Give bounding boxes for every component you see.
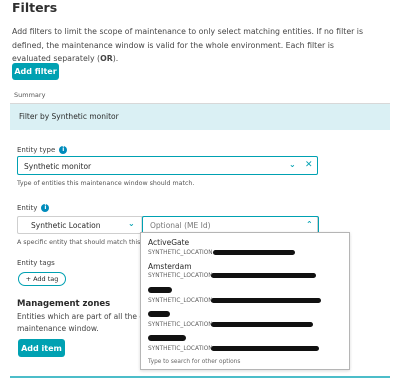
management-zones-desc: Entities which are part of all the confi… [17,311,158,335]
entity-type-hint: Type of entities this maintenance window… [17,180,195,187]
redaction-mark [211,322,313,327]
entity-type-select[interactable]: Synthetic monitor ⌄ ✕ [17,156,318,175]
entity-type-dropdown-value: Synthetic Location [31,221,101,230]
bottom-divider [10,376,390,378]
chevron-down-icon[interactable]: ⌄ [128,219,135,228]
dropdown-option[interactable]: SYNTHETIC_LOCATION- [141,333,349,357]
management-zones-desc-line: Entities which are part of all the confi [17,312,158,321]
summary-header: Summary [14,91,46,99]
entity-type-dropdown[interactable]: Synthetic Location ⌄ [18,217,142,233]
redaction-mark [148,335,186,341]
redaction-mark [211,298,321,303]
add-item-button[interactable]: Add item [18,339,65,357]
chevron-up-icon[interactable]: ⌃ [306,220,313,229]
entity-hint: A specific entity that should match this… [17,239,155,246]
info-icon[interactable]: i [41,204,50,212]
entity-type-label-row: Entity type i [17,146,68,154]
option-id: SYNTHETIC_LOCATION- [148,273,215,279]
management-zones-title: Management zones [17,299,111,309]
entity-tags-label: Entity tags [17,259,55,267]
option-name: ActiveGate [148,238,190,247]
add-filter-button[interactable]: Add filter [12,63,59,80]
description-or: OR [100,54,113,63]
option-id: SYNTHETIC_LOCATION- [148,322,215,328]
option-id: SYNTHETIC_LOCATION- [148,250,215,256]
redaction-mark [211,346,319,351]
redaction-mark [211,273,316,278]
info-icon[interactable]: i [59,146,68,154]
dropdown-footer: Type to search for other options [148,359,241,365]
filter-row-label: Filter by Synthetic monitor [19,112,119,121]
description-line: evaluated separately (OR). [12,52,392,66]
description-text: evaluated separately ( [12,54,101,63]
description-line: defined, the maintenance window is valid… [12,40,334,50]
option-id: SYNTHETIC_LOCATION- [148,298,215,304]
option-name: Amsterdam [148,262,192,271]
option-id: SYNTHETIC_LOCATION- [148,346,215,352]
redaction-mark [148,287,172,293]
redaction-mark [148,311,170,317]
dropdown-option[interactable]: SYNTHETIC_LOCATION- [141,309,349,333]
dropdown-option[interactable]: SYNTHETIC_LOCATION- [141,285,349,309]
page-title: Filters [12,0,58,15]
entity-label: Entity [17,204,38,212]
description-line: Add filters to limit the scope of mainte… [12,27,364,36]
entity-type-label: Entity type [17,146,56,154]
chevron-down-icon[interactable]: ⌄ [289,160,296,169]
description-end: ). [112,54,119,63]
management-zones-desc-line: maintenance window. [17,324,99,333]
filter-row[interactable]: Filter by Synthetic monitor [10,104,390,130]
page-description: Add filters to limit the scope of mainte… [12,25,392,66]
entity-type-value: Synthetic monitor [24,162,92,171]
dropdown-option[interactable]: Amsterdam SYNTHETIC_LOCATION- [141,261,349,285]
redaction-mark [213,250,295,255]
add-tag-button[interactable]: + Add tag [18,272,66,286]
close-icon[interactable]: ✕ [305,160,313,170]
entity-label-row: Entity i [17,204,50,212]
entity-id-placeholder: Optional (ME Id) [150,221,211,230]
dropdown-option[interactable]: ActiveGate SYNTHETIC_LOCATION- [141,236,349,260]
entity-dropdown-list: ActiveGate SYNTHETIC_LOCATION- Amsterdam… [140,232,350,370]
